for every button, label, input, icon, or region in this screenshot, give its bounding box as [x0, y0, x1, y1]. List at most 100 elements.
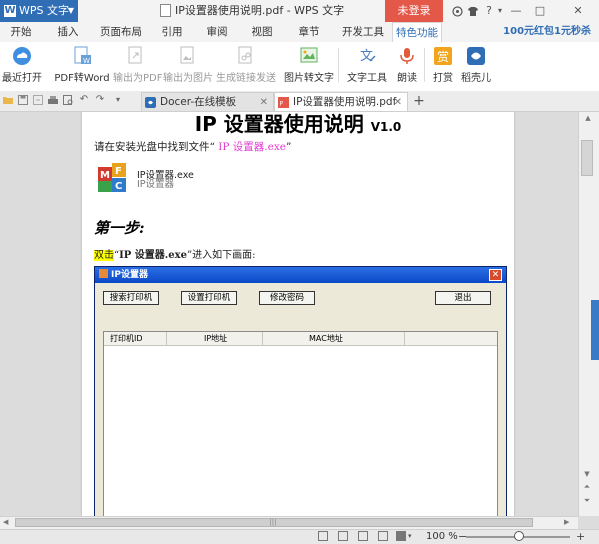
tab-insert[interactable]: 插入 — [53, 22, 83, 42]
tab-home[interactable]: 开始 — [6, 22, 36, 42]
ribbon-label: 图片转文字 — [284, 73, 334, 84]
wps-logo-icon: W — [4, 5, 16, 17]
open-folder-icon[interactable] — [2, 94, 14, 106]
shirt-icon[interactable] — [466, 0, 480, 22]
chevron-down-icon[interactable]: ▾ — [112, 94, 124, 106]
new-tab-button[interactable]: + — [412, 92, 426, 110]
svg-text:M: M — [100, 170, 110, 181]
reward-icon: 赏 — [434, 47, 452, 65]
share-link-button[interactable]: 生成链接发送 — [216, 44, 276, 88]
fit-page-icon[interactable] — [318, 531, 328, 541]
text-tool-button[interactable]: 文 文字工具 — [343, 44, 391, 88]
app-menu-button[interactable]: W WPS 文字 ▼ — [0, 0, 78, 22]
chevron-down-icon: ▼ — [67, 6, 74, 15]
tab-references[interactable]: 引用 — [158, 22, 186, 42]
document-area[interactable]: IP 设置器使用说明 V1.0 请在安装光盘中找到文件“ IP 设置器.exe”… — [0, 112, 578, 516]
image-to-text-icon — [300, 47, 318, 63]
maximize-icon[interactable]: □ — [532, 0, 548, 22]
search-printer-button: 搜索打印机 — [103, 291, 159, 305]
recent-open-button[interactable]: 最近打开 — [2, 44, 42, 88]
print-preview-icon[interactable] — [62, 94, 74, 106]
skin-icon[interactable] — [450, 0, 464, 22]
reading-mode-icon[interactable] — [396, 531, 406, 541]
close-icon[interactable]: ✕ — [570, 0, 586, 22]
heading-text: IP 设置器使用说明 — [194, 112, 364, 136]
side-panel-handle[interactable] — [591, 300, 599, 360]
step-highlight: 双击 — [94, 250, 114, 261]
scroll-right-icon[interactable]: ▶ — [564, 518, 573, 527]
change-password-button: 修改密码 — [259, 291, 315, 305]
printer-list-header: 打印机ID IP地址 MAC地址 — [104, 332, 497, 346]
tab-page-layout[interactable]: 页面布局 — [98, 22, 144, 42]
doc-tab-pdf[interactable]: P IP设置器使用说明.pdf ✕ — [274, 92, 408, 111]
minimize-icon[interactable]: — — [508, 0, 524, 22]
help-icon[interactable]: ? — [482, 0, 496, 22]
scroll-up-icon[interactable]: ▲ — [583, 114, 593, 122]
ip-setter-app-icon: M F C — [98, 163, 126, 192]
step-heading: 第一步: — [94, 219, 145, 237]
pdf-to-word-button[interactable]: W PDF转Word — [52, 44, 112, 88]
svg-text:C: C — [115, 181, 122, 192]
login-button[interactable]: 未登录 — [385, 0, 443, 22]
reward-button[interactable]: 赏 打赏 — [430, 44, 456, 88]
export-icon[interactable] — [32, 94, 44, 106]
promo-link[interactable]: 100元红包1元秒杀 — [500, 22, 599, 42]
next-page-icon[interactable]: ⏷ — [582, 496, 592, 506]
zoom-slider-knob[interactable] — [514, 531, 524, 541]
chevron-down-icon[interactable]: ▾ — [496, 0, 504, 22]
document-page[interactable]: IP 设置器使用说明 V1.0 请在安装光盘中找到文件“ IP 设置器.exe”… — [82, 112, 514, 516]
read-aloud-button[interactable]: 朗读 — [394, 44, 420, 88]
undo-icon[interactable]: ↶ — [78, 94, 90, 106]
tab-developer[interactable]: 开发工具 — [340, 22, 386, 42]
export-image-button[interactable]: 输出为图片 — [163, 44, 213, 88]
doc-tab-label: IP设置器使用说明.pdf — [293, 96, 397, 108]
scroll-down-icon[interactable]: ▼ — [582, 470, 592, 478]
column-divider — [262, 332, 263, 345]
outline-view-icon[interactable] — [378, 531, 388, 541]
doc-tab-docer[interactable]: Docer-在线模板 ✕ — [141, 92, 274, 111]
embedded-dialog-screenshot: IP设置器 ✕ 搜索打印机 设置打印机 修改密码 退出 打印机ID IP地址 M… — [94, 266, 507, 516]
zoom-out-button[interactable]: − — [458, 529, 467, 544]
docer-button[interactable]: 稻壳儿 — [459, 44, 493, 88]
pdf-file-icon: P — [278, 97, 289, 108]
scroll-left-icon[interactable]: ◀ — [3, 518, 12, 527]
ribbon-label: 朗读 — [397, 73, 417, 84]
export-pdf-icon — [128, 46, 142, 64]
tab-chapter[interactable]: 章节 — [295, 22, 323, 42]
export-pdf-button[interactable]: 输出为PDF — [113, 44, 163, 88]
step-app-name: IP 设置器.exe — [119, 250, 187, 261]
ribbon-label: 输出为PDF — [113, 73, 163, 84]
vertical-scroll-thumb[interactable] — [581, 140, 593, 176]
tab-review[interactable]: 审阅 — [203, 22, 231, 42]
window-title: IP设置器使用说明.pdf - WPS 文字 — [160, 0, 380, 22]
close-tab-icon[interactable]: ✕ — [260, 93, 268, 112]
pdf-file-icon — [160, 3, 171, 17]
redo-icon[interactable]: ↷ — [94, 94, 106, 106]
previous-page-icon[interactable]: ⏶ — [582, 482, 592, 492]
app-icon-sublabel: IP设置器 — [137, 179, 175, 190]
web-view-icon[interactable] — [358, 531, 368, 541]
chevron-down-icon[interactable]: ▾ — [408, 531, 416, 541]
ribbon-label: PDF转Word — [54, 73, 110, 84]
dialog-title: IP设置器 — [111, 270, 148, 280]
save-icon[interactable] — [17, 94, 29, 106]
exit-button: 退出 — [435, 291, 491, 305]
close-tab-icon[interactable]: ✕ — [394, 93, 402, 112]
print-icon[interactable] — [47, 94, 59, 106]
intro-suffix: ” — [285, 141, 292, 153]
zoom-level[interactable]: 100 % — [426, 529, 458, 544]
ribbon-label: 打赏 — [433, 73, 453, 84]
svg-text:P: P — [280, 101, 284, 108]
app-name: WPS 文字 — [19, 4, 69, 17]
svg-text:赏: 赏 — [437, 50, 449, 64]
page-view-icon[interactable] — [338, 531, 348, 541]
tab-view[interactable]: 视图 — [248, 22, 276, 42]
step-text: 双击“IP 设置器.exe”进入如下画面: — [94, 246, 255, 261]
image-to-text-button[interactable]: 图片转文字 — [284, 44, 334, 88]
zoom-in-button[interactable]: + — [576, 529, 586, 544]
tab-special-features[interactable]: 特色功能 — [392, 22, 442, 42]
ribbon-label: 稻壳儿 — [461, 73, 491, 84]
printer-list: 打印机ID IP地址 MAC地址 — [103, 331, 498, 516]
svg-text:W: W — [83, 57, 90, 65]
microphone-icon — [400, 48, 414, 64]
